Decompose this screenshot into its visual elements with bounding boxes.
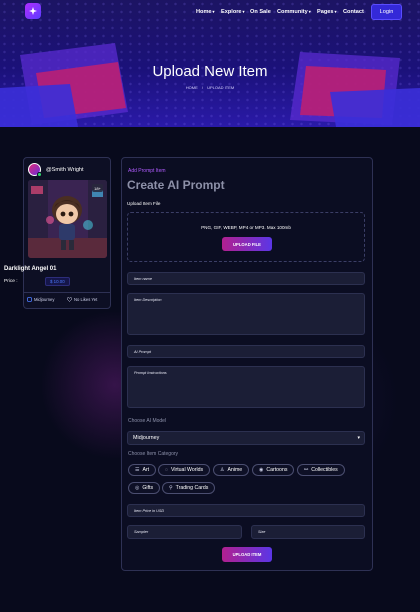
- preview-card[interactable]: @Smith Wright 18+: [23, 157, 111, 309]
- nav-item-explore[interactable]: Explore▾: [221, 9, 245, 15]
- chevron-down-icon: ▾: [308, 9, 311, 14]
- nft-image[interactable]: 18+: [28, 180, 107, 258]
- form-title: Create AI Prompt: [127, 178, 225, 192]
- breadcrumb-separator: /: [201, 85, 203, 90]
- prompt-instructions-placeholder: Prompt Instructions: [134, 371, 167, 375]
- upload-label: Upload Item File: [127, 201, 161, 206]
- category-chip-virtual-worlds[interactable]: ◌ Virtual Worlds: [158, 464, 211, 476]
- breadcrumb-home[interactable]: HOME: [186, 85, 198, 90]
- file-types-text: PNG, GIF, WEBP, MP4 or MP3. Max 100mb: [201, 225, 291, 230]
- chevron-down-icon: ▾: [334, 9, 337, 14]
- chevron-down-icon: ▾: [357, 435, 360, 441]
- art-icon: ☰: [135, 467, 140, 473]
- form-subtitle: Add Prompt Item: [128, 168, 166, 174]
- gifts-icon: ◎: [135, 485, 140, 491]
- breadcrumb: HOME / UPLOAD ITEM: [0, 85, 420, 90]
- page-title: Upload New Item: [152, 63, 268, 80]
- card-divider: [23, 292, 111, 293]
- nav-item-contact[interactable]: Contact: [343, 9, 364, 15]
- ai-model-label: Choose AI Model: [128, 418, 167, 424]
- category-chip-collectibles[interactable]: ⚯ Collectibles: [297, 464, 345, 476]
- ai-model-select[interactable]: Midjourney ▾: [127, 431, 365, 445]
- cartoons-icon: ◉: [259, 467, 264, 473]
- size-input[interactable]: Size: [251, 525, 365, 539]
- nav-item-home[interactable]: Home▾: [196, 9, 215, 15]
- age-badge: 18+: [92, 184, 103, 192]
- breadcrumb-current: UPLOAD ITEM: [207, 85, 235, 90]
- virtual-worlds-icon: ◌: [165, 467, 168, 473]
- size-placeholder: Size: [258, 530, 266, 534]
- sampler-input[interactable]: Sampler: [127, 525, 242, 539]
- card-title[interactable]: Darklight Angel 01: [4, 266, 56, 272]
- model-tag: Midjourney: [27, 297, 54, 302]
- ai-prompt-placeholder: AI Prompt: [134, 350, 151, 354]
- ai-model-selected: Midjourney: [133, 435, 160, 441]
- top-nav: Home▾ Explore▾ On Sale Community▾ Pages▾…: [0, 0, 420, 24]
- item-price-input[interactable]: Item Price in USD: [127, 504, 365, 517]
- nav-item-community[interactable]: Community▾: [277, 9, 311, 15]
- site-logo[interactable]: [25, 3, 41, 19]
- anime-icon: ♙: [220, 467, 225, 473]
- category-chip-gifts[interactable]: ◎ Gifts: [128, 482, 161, 494]
- collectibles-icon: ⚯: [304, 467, 309, 473]
- item-price-placeholder: Item Price in USD: [134, 509, 165, 513]
- prompt-instructions-textarea[interactable]: Prompt Instructions: [127, 366, 365, 408]
- logo-icon: [29, 7, 37, 15]
- author-name[interactable]: @Smith Wright: [46, 167, 84, 173]
- ai-prompt-input[interactable]: AI Prompt: [127, 345, 365, 358]
- model-name: Midjourney: [34, 297, 55, 302]
- hero-banner: Home▾ Explore▾ On Sale Community▾ Pages▾…: [0, 0, 420, 127]
- verified-badge: [37, 172, 42, 177]
- category-chip-art[interactable]: ☰ Art: [128, 464, 157, 476]
- price-label: Price :: [4, 279, 18, 284]
- item-name-input[interactable]: Item name: [127, 272, 365, 285]
- category-chip-anime[interactable]: ♙ Anime: [213, 464, 250, 476]
- category-chip-cartoons[interactable]: ◉ Cartoons: [252, 464, 295, 476]
- heart-icon: [67, 297, 72, 302]
- chevron-down-icon: ▾: [242, 9, 245, 14]
- upload-item-button[interactable]: UPLOAD ITEM: [222, 547, 272, 562]
- category-label: Choose Item Category: [128, 451, 179, 457]
- item-description-textarea[interactable]: Item Description: [127, 293, 365, 335]
- chevron-down-icon: ▾: [212, 9, 215, 14]
- nav-item-pages[interactable]: Pages▾: [317, 9, 337, 15]
- login-button[interactable]: Login: [371, 4, 402, 20]
- sampler-placeholder: Sampler: [134, 530, 149, 534]
- item-description-placeholder: Item Description: [134, 298, 162, 302]
- nav-item-on-sale[interactable]: On Sale: [250, 9, 271, 15]
- category-chip-trading-cards[interactable]: ⚲ Trading Cards: [162, 482, 216, 494]
- item-name-placeholder: Item name: [134, 277, 152, 281]
- upload-file-button[interactable]: UPLOAD FILE: [222, 237, 272, 251]
- price-value: $ 10.00: [45, 277, 70, 286]
- trading-cards-icon: ⚲: [169, 485, 173, 491]
- likes-text: No Likes Yet: [74, 297, 98, 302]
- likes-counter[interactable]: No Likes Yet: [67, 297, 97, 302]
- model-icon: [27, 297, 32, 302]
